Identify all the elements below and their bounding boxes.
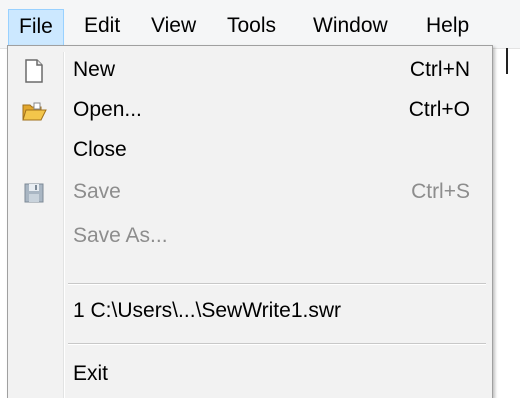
open-folder-icon [22, 102, 47, 121]
new-document-icon [25, 59, 43, 83]
menu-edit[interactable]: Edit [84, 9, 120, 45]
menu-item-open[interactable]: Open... Ctrl+O [10, 92, 490, 132]
menu-item-shortcut: Ctrl+S [411, 180, 470, 203]
menu-item-new[interactable]: New Ctrl+N [10, 52, 490, 92]
menu-item-label: Save [73, 180, 121, 203]
menu-separator [68, 343, 486, 345]
menu-item-recent-file-1[interactable]: 1 C:\Users\...\SewWrite1.swr [10, 293, 490, 333]
menu-item-shortcut: Ctrl+O [408, 98, 470, 121]
menu-item-save-as: Save As... [10, 218, 490, 258]
menu-item-label: Exit [73, 362, 109, 385]
menu-item-exit[interactable]: Exit [10, 356, 490, 396]
menu-bar: File Edit View Tools Window Help [0, 0, 520, 49]
file-menu-dropdown: New Ctrl+N Open... Ctrl+O Close Save Ctr… [7, 45, 493, 398]
menu-item-label: 1 C:\Users\...\SewWrite1.swr [73, 299, 341, 322]
menu-item-label: New [73, 58, 116, 81]
menu-separator [68, 283, 486, 285]
menu-view[interactable]: View [151, 9, 196, 45]
menu-file[interactable]: File [8, 9, 64, 45]
save-disk-icon [24, 183, 44, 203]
menu-tools[interactable]: Tools [227, 9, 276, 45]
menu-item-close[interactable]: Close [10, 132, 490, 172]
menu-item-label: Save As... [73, 224, 168, 247]
menu-item-save: Save Ctrl+S [10, 174, 490, 214]
menu-item-label: Open... [73, 98, 142, 121]
menu-window[interactable]: Window [313, 9, 388, 45]
menu-help[interactable]: Help [426, 9, 520, 45]
menu-item-label: Close [73, 138, 127, 161]
window-edge [506, 48, 508, 74]
menu-item-shortcut: Ctrl+N [409, 58, 470, 81]
application-window: File Edit View Tools Window Help New Ctr… [0, 0, 520, 398]
